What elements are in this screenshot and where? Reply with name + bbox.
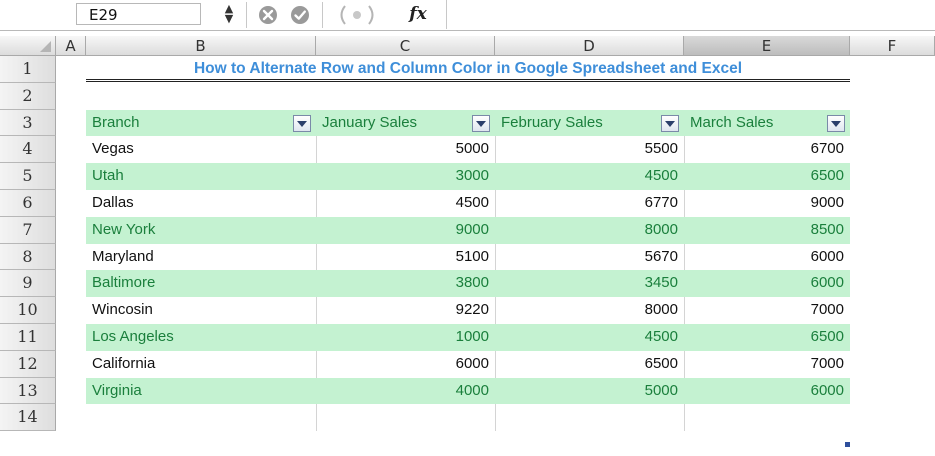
sales-cell[interactable]: 6700 — [684, 136, 850, 163]
row-header-12[interactable]: 12 — [0, 350, 56, 378]
sales-cell[interactable]: 6000 — [684, 377, 850, 405]
fx-icon[interactable]: fx — [397, 1, 439, 27]
branch-cell[interactable]: Wincosin — [86, 297, 316, 324]
sales-cell[interactable]: 3800 — [316, 270, 495, 298]
column-header-e[interactable]: E — [684, 36, 850, 56]
sales-cell[interactable]: 8000 — [495, 297, 684, 324]
sales-cell[interactable]: 6770 — [495, 190, 684, 217]
table-header-cell[interactable]: January Sales — [316, 109, 495, 137]
column-header-a[interactable]: A — [56, 36, 86, 56]
row-header-14[interactable]: 14 — [0, 404, 56, 432]
sales-cell[interactable]: 4500 — [316, 190, 495, 217]
name-box[interactable]: E29 — [76, 3, 201, 25]
column-header-f[interactable]: F — [850, 36, 935, 56]
row-header-11[interactable]: 11 — [0, 324, 56, 351]
separator — [246, 2, 247, 28]
table-header-cell[interactable]: March Sales — [684, 109, 850, 137]
filter-dropdown-icon[interactable] — [661, 114, 679, 132]
sales-cell[interactable]: 7000 — [684, 351, 850, 378]
row-header-8[interactable]: 8 — [0, 243, 56, 271]
sales-cell[interactable]: 4500 — [495, 163, 684, 190]
sales-cell[interactable]: 3000 — [316, 163, 495, 190]
row-header-2[interactable]: 2 — [0, 82, 56, 110]
table-header-cell[interactable]: Branch — [86, 109, 316, 137]
branch-cell[interactable]: Vegas — [86, 136, 316, 163]
name-box-stepper-icon[interactable]: ▲ ▼ — [218, 3, 240, 26]
branch-cell[interactable]: Baltimore — [86, 270, 316, 298]
sales-cell[interactable]: 9000 — [684, 190, 850, 217]
branch-cell[interactable]: Dallas — [86, 190, 316, 217]
confirm-icon[interactable] — [289, 4, 311, 26]
sales-cell[interactable]: 5100 — [316, 244, 495, 271]
sales-cell[interactable]: 8500 — [684, 216, 850, 244]
row-header-13[interactable]: 13 — [0, 377, 56, 405]
sales-cell[interactable]: 4000 — [316, 377, 495, 405]
row-header-10[interactable]: 10 — [0, 297, 56, 324]
column-header-c[interactable]: C — [316, 36, 495, 56]
sales-cell[interactable]: 6500 — [495, 351, 684, 378]
branch-cell[interactable]: California — [86, 351, 316, 378]
branch-cell[interactable]: Utah — [86, 163, 316, 190]
column-header-d[interactable]: D — [495, 36, 684, 56]
branch-cell[interactable]: New York — [86, 216, 316, 244]
branch-cell[interactable]: Maryland — [86, 244, 316, 271]
sales-cell[interactable]: 5500 — [495, 136, 684, 163]
sales-cell[interactable]: 5000 — [495, 377, 684, 405]
row-header-7[interactable]: 7 — [0, 216, 56, 244]
separator — [322, 2, 323, 28]
sales-cell[interactable]: 9000 — [316, 216, 495, 244]
sales-cell[interactable]: 6000 — [684, 270, 850, 298]
branch-cell[interactable]: Virginia — [86, 377, 316, 405]
sales-cell[interactable]: 5000 — [316, 136, 495, 163]
row-header-6[interactable]: 6 — [0, 190, 56, 217]
row-header-4[interactable]: 4 — [0, 136, 56, 164]
sales-cell[interactable]: 3450 — [495, 270, 684, 298]
sales-cell[interactable]: 6000 — [684, 244, 850, 271]
sales-cell[interactable]: 1000 — [316, 324, 495, 351]
row-header-3[interactable]: 3 — [0, 109, 56, 137]
filter-dropdown-icon[interactable] — [293, 114, 311, 132]
row-header-1[interactable]: 1 — [0, 56, 56, 83]
formula-bar: E29 ▲ ▼ fx — [0, 0, 935, 31]
branch-cell[interactable]: Los Angeles — [86, 324, 316, 351]
select-all-corner[interactable] — [0, 36, 56, 56]
table-header-cell[interactable]: February Sales — [495, 109, 684, 137]
sales-cell[interactable]: 8000 — [495, 216, 684, 244]
filter-dropdown-icon[interactable] — [472, 114, 490, 132]
sales-cell[interactable]: 9220 — [316, 297, 495, 324]
sales-cell[interactable]: 6500 — [684, 163, 850, 190]
sales-cell[interactable]: 6500 — [684, 324, 850, 351]
row-header-9[interactable]: 9 — [0, 270, 56, 298]
function-paren-icon[interactable] — [337, 4, 377, 26]
row-header-5[interactable]: 5 — [0, 163, 56, 190]
sales-cell[interactable]: 6000 — [316, 351, 495, 378]
column-header-b[interactable]: B — [86, 36, 316, 56]
table-resize-handle[interactable] — [845, 442, 850, 447]
sheet-title[interactable]: How to Alternate Row and Column Color in… — [86, 56, 850, 82]
sales-cell[interactable]: 4500 — [495, 324, 684, 351]
sales-cell[interactable]: 7000 — [684, 297, 850, 324]
formula-input[interactable] — [446, 0, 935, 29]
sales-cell[interactable]: 5670 — [495, 244, 684, 271]
filter-dropdown-icon[interactable] — [827, 114, 845, 132]
cancel-icon[interactable] — [257, 4, 279, 26]
